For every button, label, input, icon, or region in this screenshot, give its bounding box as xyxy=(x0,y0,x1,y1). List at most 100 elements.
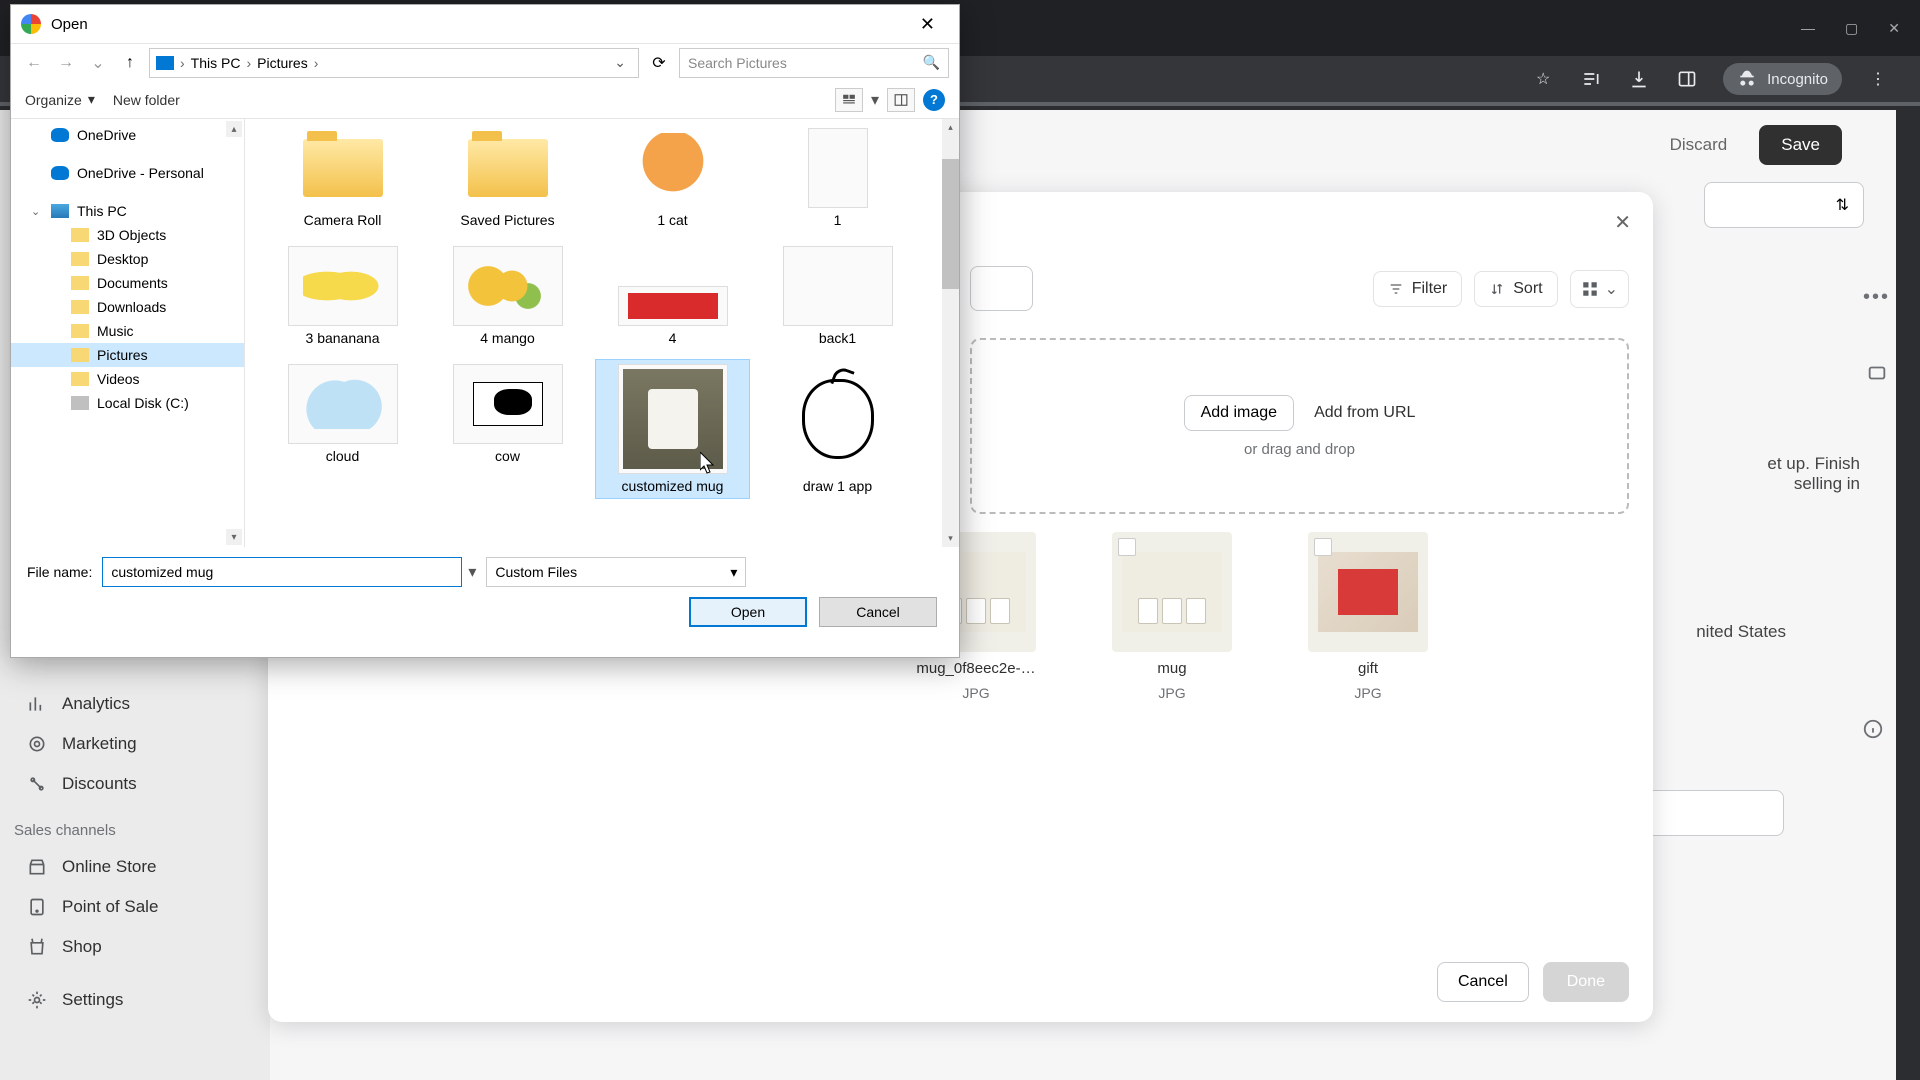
gear-icon xyxy=(26,989,48,1011)
incognito-badge[interactable]: Incognito xyxy=(1723,63,1842,95)
scroll-down-icon[interactable]: ▾ xyxy=(226,529,242,545)
sidebar-item-discounts[interactable]: Discounts xyxy=(0,764,270,804)
breadcrumb-segment[interactable]: Pictures xyxy=(257,55,308,71)
folder-tree: ▴ OneDrive OneDrive - Personal This PC 3… xyxy=(11,119,245,547)
file-item-selected[interactable]: customized mug xyxy=(595,359,750,499)
tree-item-videos[interactable]: Videos xyxy=(11,367,244,391)
scrollbar[interactable]: ▴ ▾ xyxy=(942,119,959,547)
refresh-icon[interactable]: ⟳ xyxy=(645,49,673,77)
store-icon xyxy=(26,856,48,878)
file-item[interactable]: Saved Pictures xyxy=(430,123,585,233)
star-icon[interactable]: ☆ xyxy=(1531,67,1555,91)
new-folder-button[interactable]: New folder xyxy=(113,92,180,108)
sidebar-item-shop[interactable]: Shop xyxy=(0,927,270,967)
window-maximize-icon[interactable]: ▢ xyxy=(1845,20,1858,37)
chevron-down-icon[interactable]: ⌄ xyxy=(608,54,632,71)
view-mode-button[interactable] xyxy=(835,88,863,112)
tree-item-pictures[interactable]: Pictures xyxy=(11,343,244,367)
file-item[interactable]: gift JPG xyxy=(1308,532,1428,701)
file-item[interactable]: 4 xyxy=(595,241,750,351)
folder-icon xyxy=(71,276,89,290)
tree-item-downloads[interactable]: Downloads xyxy=(11,295,244,319)
tree-item-music[interactable]: Music xyxy=(11,319,244,343)
filter-button[interactable]: Filter xyxy=(1373,271,1463,307)
discard-button[interactable]: Discard xyxy=(1652,125,1746,165)
attachment-icon[interactable] xyxy=(1866,362,1888,389)
checkbox[interactable] xyxy=(1118,538,1136,556)
file-item[interactable]: mug JPG xyxy=(1112,532,1232,701)
sidebar-item-marketing[interactable]: Marketing xyxy=(0,724,270,764)
sidebar-label: Settings xyxy=(62,990,123,1010)
select-field[interactable]: ⇅ xyxy=(1704,182,1864,228)
checkbox[interactable] xyxy=(1314,538,1332,556)
nav-up-icon[interactable]: ↑ xyxy=(117,50,143,76)
scroll-up-icon[interactable]: ▴ xyxy=(226,121,242,137)
tree-item-3dobjects[interactable]: 3D Objects xyxy=(11,223,244,247)
help-icon[interactable]: ? xyxy=(923,89,945,111)
sidebar-item-onlinestore[interactable]: Online Store xyxy=(0,847,270,887)
chevron-down-icon[interactable]: ▾ xyxy=(468,562,476,582)
file-item[interactable]: cloud xyxy=(265,359,420,499)
more-menu-icon[interactable]: ••• xyxy=(1863,286,1890,309)
dialog-close-button[interactable]: ✕ xyxy=(906,8,949,41)
tree-item-thispc[interactable]: This PC xyxy=(11,199,244,223)
file-item[interactable]: 4 mango xyxy=(430,241,585,351)
file-item[interactable]: cow xyxy=(430,359,585,499)
sidebar-item-pos[interactable]: Point of Sale xyxy=(0,887,270,927)
reading-list-icon[interactable] xyxy=(1579,67,1603,91)
file-item[interactable]: 1 cat xyxy=(595,123,750,233)
file-item[interactable]: draw 1 app xyxy=(760,359,915,499)
sidepanel-icon[interactable] xyxy=(1675,67,1699,91)
preview-pane-button[interactable] xyxy=(887,88,915,112)
dropzone[interactable]: Add image Add from URL or drag and drop xyxy=(970,338,1629,514)
window-minimize-icon[interactable]: ― xyxy=(1801,20,1815,37)
tree-item-localdisk[interactable]: Local Disk (C:) xyxy=(11,391,244,415)
sidebar-label: Point of Sale xyxy=(62,897,158,917)
dropzone-hint: or drag and drop xyxy=(1244,441,1355,458)
chevron-down-icon[interactable]: ▾ xyxy=(871,90,879,110)
search-box[interactable] xyxy=(970,266,1033,311)
search-input[interactable]: Search Pictures 🔍 xyxy=(679,48,949,78)
tree-item-onedrive-personal[interactable]: OneDrive - Personal xyxy=(11,161,244,185)
file-item[interactable]: back1 xyxy=(760,241,915,351)
breadcrumb[interactable]: › This PC › Pictures › ⌄ xyxy=(149,48,639,78)
sidebar-item-settings[interactable]: Settings xyxy=(0,980,270,1020)
file-item[interactable]: 3 bananana xyxy=(265,241,420,351)
download-icon[interactable] xyxy=(1627,67,1651,91)
add-image-button[interactable]: Add image xyxy=(1184,395,1295,431)
sidebar-section: Sales channels xyxy=(0,804,270,847)
open-button[interactable]: Open xyxy=(689,597,807,627)
filetype-select[interactable]: Custom Files▾ xyxy=(486,557,746,587)
view-toggle[interactable]: ⌄ xyxy=(1570,270,1629,308)
cancel-button[interactable]: Cancel xyxy=(819,597,937,627)
tree-item-desktop[interactable]: Desktop xyxy=(11,247,244,271)
filename-input[interactable] xyxy=(102,557,462,587)
menu-dots-icon[interactable]: ⋮ xyxy=(1866,67,1890,91)
tree-item-onedrive[interactable]: OneDrive xyxy=(11,123,244,147)
info-icon[interactable] xyxy=(1862,718,1884,745)
chevron-updown-icon: ⇅ xyxy=(1836,195,1849,215)
filename-label: File name: xyxy=(27,564,92,580)
scroll-up-icon[interactable]: ▴ xyxy=(942,119,959,136)
sort-button[interactable]: Sort xyxy=(1474,271,1557,307)
window-close-icon[interactable]: ✕ xyxy=(1888,20,1900,37)
scroll-down-icon[interactable]: ▾ xyxy=(942,530,959,547)
dialog-title: Open xyxy=(51,16,88,33)
file-item[interactable]: 1 xyxy=(760,123,915,233)
sidebar-item-analytics[interactable]: Analytics xyxy=(0,684,270,724)
nav-back-icon[interactable]: ← xyxy=(21,50,47,76)
file-item[interactable]: Camera Roll xyxy=(265,123,420,233)
breadcrumb-segment[interactable]: This PC xyxy=(191,55,241,71)
tree-item-documents[interactable]: Documents xyxy=(11,271,244,295)
close-button[interactable]: ✕ xyxy=(1614,210,1631,235)
folder-icon xyxy=(71,348,89,362)
marketing-icon xyxy=(26,733,48,755)
save-button[interactable]: Save xyxy=(1759,125,1842,165)
done-button[interactable]: Done xyxy=(1543,962,1629,1002)
organize-menu[interactable]: Organize▾ xyxy=(25,91,95,108)
nav-recent-icon[interactable]: ⌄ xyxy=(85,50,111,76)
scroll-thumb[interactable] xyxy=(942,159,959,289)
cancel-button[interactable]: Cancel xyxy=(1437,962,1529,1002)
add-from-url-button[interactable]: Add from URL xyxy=(1314,395,1415,431)
incognito-label: Incognito xyxy=(1767,71,1828,88)
